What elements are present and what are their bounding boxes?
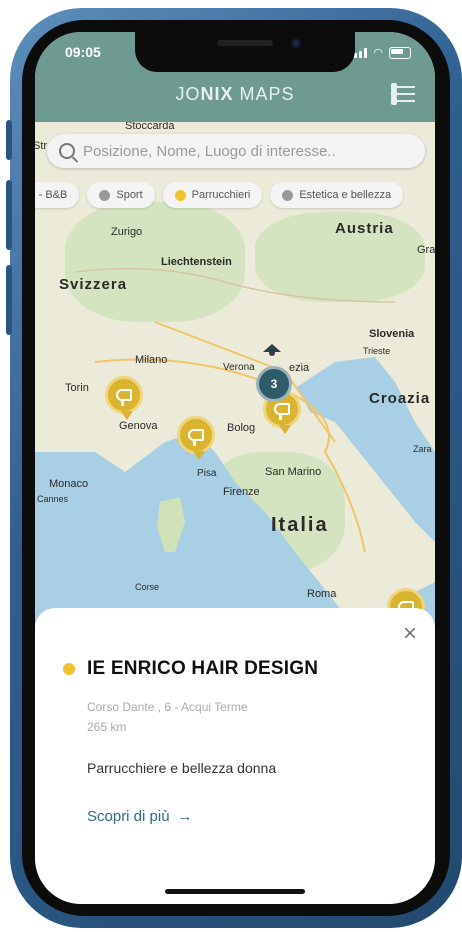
map-pin-hairdresser[interactable] [105, 376, 143, 420]
map-label: Milano [135, 354, 168, 366]
place-name: IE ENRICO HAIR DESIGN [87, 658, 319, 679]
map-label: Monaco [49, 478, 89, 490]
search-input[interactable]: Posizione, Nome, Luogo di interesse.. [83, 143, 336, 160]
map-label: Austria [335, 220, 394, 237]
map-label: Corse [135, 582, 160, 592]
map-pin-hairdresser[interactable] [177, 416, 215, 460]
app-logo: JONIX MAPS [35, 84, 435, 105]
map-label: Gra [417, 244, 435, 256]
map-label: Pisa [197, 468, 217, 479]
volume-down-button [6, 265, 12, 335]
logo-part-maps: MAPS [233, 84, 295, 104]
hair-dryer-icon [188, 429, 204, 446]
discover-more-link[interactable]: Scopri di più → [87, 808, 193, 825]
category-dot [99, 189, 111, 201]
camera [291, 38, 301, 48]
place-address: Corso Dante , 6 - Acqui Terme [87, 700, 248, 714]
map-label: Bolog [227, 422, 256, 434]
speaker [217, 40, 273, 46]
screen: 09:05 ◠ JONIX MAPS Posizione, Nome, Luog… [35, 32, 435, 904]
map-label: Torin [65, 382, 89, 394]
logo-part-jo: JO [175, 84, 201, 104]
map-label: Slovenia [369, 328, 415, 340]
mute-switch [6, 120, 12, 160]
place-description: Parrucchiere e bellezza donna [87, 760, 277, 776]
filter-chip-label: el - B&B [35, 189, 68, 201]
map-label: Str [35, 140, 48, 152]
map-label: Trieste [363, 346, 391, 356]
search-icon [59, 143, 75, 159]
filter-settings-icon[interactable] [391, 82, 415, 105]
battery-icon [389, 46, 411, 59]
filter-chip-hotel[interactable]: el - B&B [35, 182, 80, 208]
map-label: ezia [289, 362, 310, 374]
filter-chips: el - B&B Sport Parrucchieri Estetica e b… [35, 182, 404, 208]
search-bar[interactable]: Posizione, Nome, Luogo di interesse.. [47, 134, 425, 168]
map-label: Zurigo [111, 226, 143, 238]
map-label: Stoccarda [125, 122, 175, 132]
filter-chip-label: Sport [116, 189, 143, 201]
map-label: Svizzera [59, 276, 128, 293]
map-label: Verona [223, 362, 255, 373]
home-location-icon [263, 344, 281, 358]
map-label: Italia [271, 514, 329, 536]
close-icon[interactable]: × [403, 620, 417, 648]
place-distance: 265 km [87, 720, 127, 734]
map-label: Croazia [369, 390, 431, 407]
filter-chip-estetica[interactable]: Estetica e bellezza [270, 182, 404, 208]
map-label: Firenze [223, 486, 260, 498]
filter-chip-parrucchieri[interactable]: Parrucchieri [162, 182, 263, 208]
map-label: Genova [119, 420, 158, 432]
category-dot [63, 663, 75, 675]
map-label: Roma [307, 588, 337, 600]
filter-chip-sport[interactable]: Sport [87, 182, 155, 208]
arrow-right-icon: → [177, 808, 193, 825]
logo-part-nix: NIX [200, 84, 234, 104]
home-indicator[interactable] [165, 889, 305, 894]
wifi-icon: ◠ [373, 47, 383, 59]
map[interactable]: Posizione, Nome, Luogo di interesse.. el… [35, 122, 435, 642]
hair-dryer-icon [274, 403, 290, 420]
filter-chip-label: Parrucchieri [191, 189, 251, 201]
category-dot [282, 189, 294, 201]
category-dot [174, 189, 186, 201]
map-label: San Marino [265, 466, 322, 478]
place-title-row: IE ENRICO HAIR DESIGN [63, 658, 318, 680]
map-label: Zara [413, 444, 432, 454]
filter-chip-label: Estetica e bellezza [299, 189, 392, 201]
place-detail-sheet: × IE ENRICO HAIR DESIGN Corso Dante , 6 … [35, 608, 435, 904]
map-cluster[interactable]: 3 [256, 366, 292, 402]
notch [135, 32, 355, 72]
discover-more-label: Scopri di più [87, 808, 170, 825]
hair-dryer-icon [116, 389, 132, 406]
map-label: Cannes [37, 494, 69, 504]
volume-up-button [6, 180, 12, 250]
map-label: Liechtenstein [161, 256, 232, 268]
status-icons: ◠ [349, 46, 411, 59]
status-time: 09:05 [65, 44, 101, 60]
